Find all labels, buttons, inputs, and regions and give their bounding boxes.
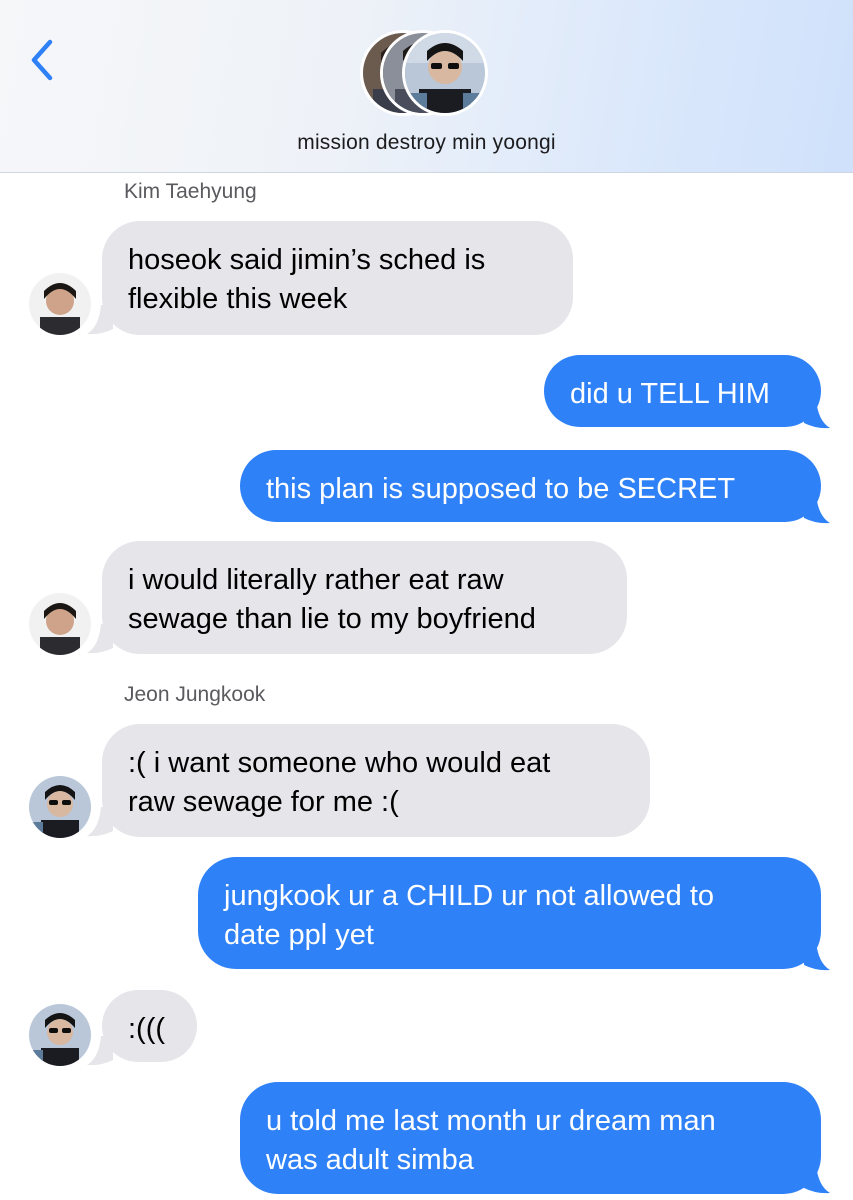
message-line: flexible this week <box>128 283 348 315</box>
message-bubble-outgoing[interactable]: this plan is supposed to be SECRET <box>240 450 821 522</box>
message-line: :((( <box>128 1013 166 1045</box>
bubble-tail <box>804 941 830 971</box>
message-bubble-incoming[interactable]: :( i want someone who would eat raw sewa… <box>102 724 650 837</box>
sender-name: Kim Taehyung <box>124 180 257 203</box>
message-line: was adult simba <box>266 1144 474 1176</box>
avatar-jungkook[interactable] <box>29 776 91 838</box>
message-line: raw sewage for me :( <box>128 786 399 818</box>
message-line: :( i want someone who would eat <box>128 747 551 779</box>
bubble-tail <box>804 1164 830 1194</box>
message-line: this plan is supposed to be SECRET <box>266 473 736 505</box>
bubble-tail <box>804 494 830 524</box>
message-line: jungkook ur a CHILD ur not allowed to <box>224 880 715 912</box>
group-avatar-stack[interactable] <box>360 30 500 120</box>
message-bubble-incoming[interactable]: i would literally rather eat raw sewage … <box>102 541 627 654</box>
back-button[interactable] <box>26 36 60 84</box>
avatar-taehyung[interactable] <box>29 593 91 655</box>
avatar-jungkook[interactable] <box>29 1004 91 1066</box>
message-line: date ppl yet <box>224 919 374 951</box>
avatar-taehyung[interactable] <box>29 273 91 335</box>
message-bubble-incoming[interactable]: hoseok said jimin’s sched is flexible th… <box>102 221 573 335</box>
group-name[interactable]: mission destroy min yoongi <box>0 131 853 155</box>
message-bubble-incoming[interactable]: :((( <box>102 990 197 1062</box>
message-line: did u TELL HIM <box>570 378 770 410</box>
message-bubble-outgoing[interactable]: u told me last month ur dream man was ad… <box>240 1082 821 1194</box>
message-line: hoseok said jimin’s sched is <box>128 244 486 276</box>
message-bubble-outgoing[interactable]: did u TELL HIM <box>544 355 821 427</box>
conversation-header: mission destroy min yoongi <box>0 0 853 173</box>
message-bubble-outgoing[interactable]: jungkook ur a CHILD ur not allowed to da… <box>198 857 821 969</box>
message-line: u told me last month ur dream man <box>266 1105 716 1137</box>
sender-name: Jeon Jungkook <box>124 683 266 706</box>
message-line: sewage than lie to my boyfriend <box>128 603 536 635</box>
group-member-avatar <box>402 30 488 116</box>
bubble-tail <box>804 399 830 429</box>
message-line: i would literally rather eat raw <box>128 564 504 596</box>
chevron-left-icon <box>31 39 53 81</box>
